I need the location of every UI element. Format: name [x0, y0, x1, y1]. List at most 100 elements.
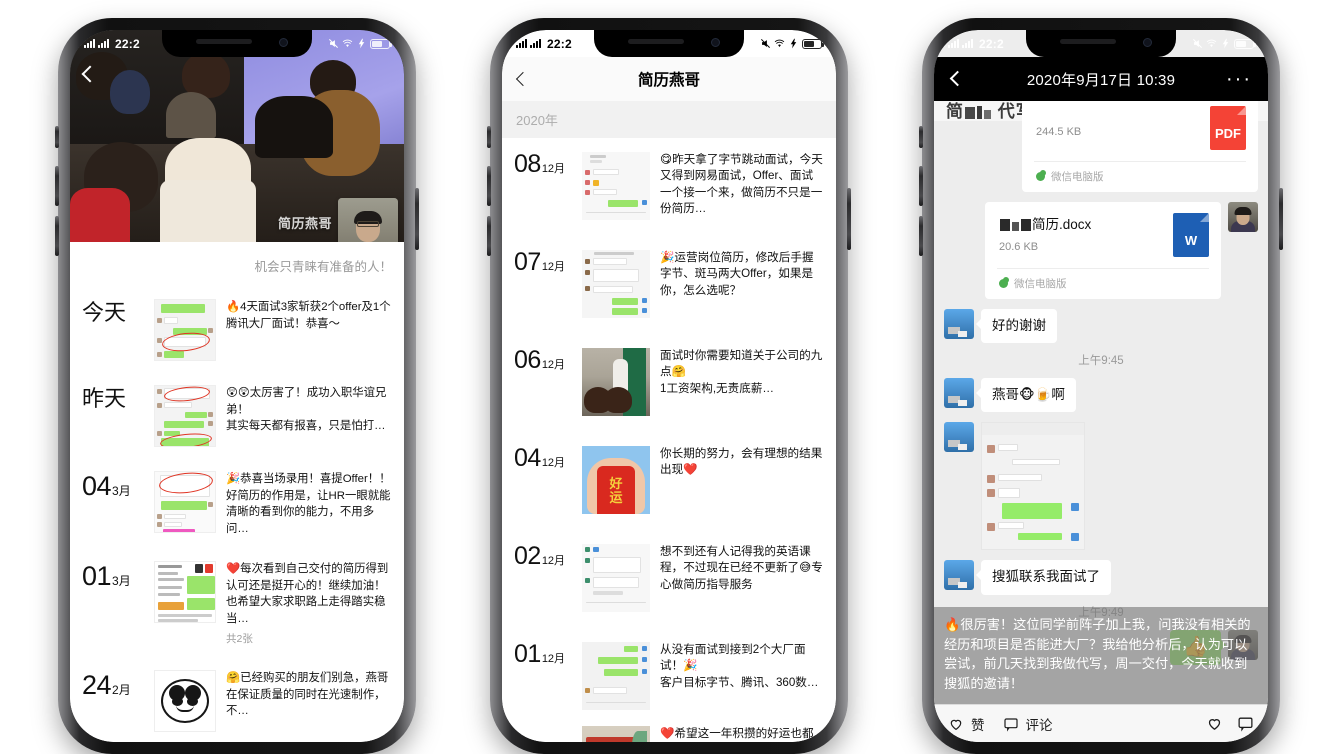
wifi-icon: [342, 39, 353, 47]
chat-screenshot-thumbnail[interactable]: [582, 544, 650, 612]
list-item[interactable]: 24 2月 🤗已经购买的朋友们别急，燕哥在保证质量的同时在光速制作，不…: [70, 664, 404, 742]
screenshot-header: [982, 423, 1084, 436]
file-name-text: 简历.docx: [1032, 217, 1092, 233]
obscured-title-prefix: 简: [946, 102, 964, 121]
moment-caption: 🔥很厉害！这位同学前阵子加上我，问我没有相关的经历和项目是否能进大厂？我给他分析…: [934, 606, 1268, 704]
message-bubble[interactable]: 好的谢谢: [976, 309, 1057, 344]
list-item[interactable]: ❤️希望这一年积攒的好运也都能在这个月如期而至！希望大家找一个超棒的工作！: [502, 726, 836, 742]
comment-button[interactable]: 评论: [1003, 714, 1053, 734]
mosaic-block: [965, 107, 975, 119]
contact-avatar[interactable]: [944, 422, 974, 453]
entry-month: 12月: [541, 457, 566, 469]
mini-chat: [155, 386, 215, 446]
file-message-pdf[interactable]: 244.5 KB PDF 微信电脑版: [1022, 101, 1258, 192]
chat-screenshot-thumbnail[interactable]: [582, 642, 650, 710]
list-item[interactable]: 今天 🔥4天面试3家斩获2个offer及1个腾讯大厂面试！恭喜～: [70, 293, 404, 379]
chat-screenshot-thumbnail[interactable]: [154, 385, 216, 447]
power-button[interactable]: [1279, 188, 1283, 250]
volume-up-button[interactable]: [487, 166, 491, 206]
charging-icon: [358, 38, 365, 49]
navigation-bar: 2020年9月17日 10:39 ···: [934, 57, 1268, 101]
list-item[interactable]: 昨天 😲😲太厉害了！成功入职华谊兄弟！ 其实每天都有报喜，只是怕打…: [70, 379, 404, 465]
mosaic-block: [1000, 219, 1010, 232]
resume-screenshot-thumbnail[interactable]: [154, 561, 216, 624]
panda-meme-thumbnail[interactable]: [154, 670, 216, 733]
power-button[interactable]: [415, 188, 419, 250]
file-size: 20.6 KB: [999, 240, 1039, 253]
message-scroll[interactable]: 244.5 KB PDF 微信电脑版 简历.docx 20.6 KB W 微信电…: [934, 101, 1268, 665]
list-item[interactable]: 04 12月 好运 你长期的努力，会有理想的结果出现❤️: [502, 432, 836, 530]
heart-icon[interactable]: [1206, 715, 1223, 732]
entry-text-block: 🔥4天面试3家斩获2个offer及1个腾讯大厂面试！恭喜～: [226, 299, 392, 332]
wifi-icon: [1206, 39, 1217, 47]
file-corner-fold: [1200, 213, 1209, 222]
volume-down-button[interactable]: [55, 216, 59, 256]
entry-day: 01: [514, 640, 541, 668]
host-video-thumbnail[interactable]: [338, 198, 398, 242]
poster-photo-thumbnail[interactable]: [582, 726, 650, 742]
message-bubble[interactable]: 燕哥🐵🍺啊: [976, 378, 1076, 413]
mosaic-block: [1012, 222, 1019, 232]
mute-switch[interactable]: [55, 126, 59, 148]
chat-screenshot-image[interactable]: [981, 422, 1085, 551]
file-top: 简历.docx 20.6 KB W: [985, 202, 1221, 268]
self-avatar[interactable]: [1228, 202, 1258, 232]
status-left: 22:2: [516, 37, 572, 51]
entry-month: 12月: [541, 163, 566, 175]
status-time: 22:2: [547, 36, 572, 51]
entry-date: 02 12月: [514, 544, 572, 569]
volume-up-button[interactable]: [919, 166, 923, 206]
phone-1-inner: 简历燕哥 机会只青睐有准备的人！ 今天 🔥4天面试3家斩获2个offer及1个腾…: [70, 30, 404, 742]
list-item[interactable]: 02 12月 想不到还有人记得我的英语课程，不过现在已经不更新了😅专心做简历指导…: [502, 530, 836, 628]
list-item[interactable]: 07 12月 🎉运营岗位简历，修改后手握字节、斑马两大Offer，如果是你，怎么…: [502, 236, 836, 334]
file-source: 微信电脑版: [1051, 171, 1104, 183]
file-message-docx[interactable]: 简历.docx 20.6 KB W 微信电脑版: [985, 202, 1221, 299]
chat-screenshot-thumbnail[interactable]: [154, 471, 216, 533]
list-item[interactable]: 01 12月 从没有面试到接到2个大厂面试！🎉 客户目标字节、腾讯、360数…: [502, 628, 836, 726]
dogs-photo-thumbnail[interactable]: [582, 348, 650, 416]
entry-text: 😲😲太厉害了！成功入职华谊兄弟！ 其实每天都有报喜，只是怕打…: [226, 387, 387, 433]
status-time: 22:2: [115, 36, 140, 51]
profile-tagline: 机会只青睐有准备的人！: [70, 242, 404, 293]
contact-avatar[interactable]: [944, 378, 974, 409]
entry-day: 01: [82, 561, 112, 592]
power-button[interactable]: [847, 188, 851, 250]
entry-text: 想不到还有人记得我的英语课程，不过现在已经不更新了😅专心做简历指导服务: [660, 545, 823, 591]
entry-day: 04: [514, 444, 541, 472]
comment-icon[interactable]: [1237, 715, 1254, 732]
entry-date: 今天: [82, 299, 144, 325]
entry-day: 04: [82, 471, 112, 501]
entry-date: 06 12月: [514, 348, 572, 373]
hero-video[interactable]: 简历燕哥: [70, 30, 404, 242]
status-right: [328, 38, 392, 49]
list-item[interactable]: 08 12月 😋昨天拿了字节跳动面试，今天又得到网易面试，Offer、面试一个接…: [502, 138, 836, 236]
contact-avatar[interactable]: [944, 309, 974, 339]
volume-up-button[interactable]: [55, 166, 59, 206]
list-item[interactable]: 06 12月 面试时你需要知道关于公司的九点🤗 1工资架构,无责底薪…: [502, 334, 836, 432]
battery-icon: [802, 38, 824, 49]
back-chevron-icon[interactable]: [949, 70, 966, 87]
panda-face: [161, 679, 209, 724]
message-bubble[interactable]: 搜狐联系我面试了: [976, 560, 1111, 595]
list-item[interactable]: 04 3月 🎉恭喜当场录用！喜提Offer！！好简历的作用是，让HR一眼就能清晰…: [70, 465, 404, 555]
chat-screenshot-thumbnail[interactable]: [582, 152, 650, 220]
chat-screenshot-thumbnail[interactable]: [582, 250, 650, 318]
entry-text: 从没有面试到接到2个大厂面试！🎉 客户目标字节、腾讯、360数…: [660, 643, 819, 689]
like-button[interactable]: 赞: [948, 714, 985, 734]
chat-screenshot-thumbnail[interactable]: [154, 299, 216, 361]
back-chevron-icon[interactable]: [515, 71, 531, 87]
lucky-cat-photo-thumbnail[interactable]: 好运: [582, 446, 650, 514]
mute-switch[interactable]: [919, 126, 923, 148]
file-name: 简历.docx: [999, 217, 1163, 233]
mute-switch[interactable]: [487, 126, 491, 148]
mini-chat: [155, 300, 215, 360]
contact-avatar[interactable]: [944, 560, 974, 591]
entry-text: 🔥4天面试3家斩获2个offer及1个腾讯大厂面试！恭喜～: [226, 301, 391, 330]
entry-month: 12月: [541, 653, 566, 665]
list-item[interactable]: 01 3月 ❤️每次看到自己交付的简历得到认可还是挺开心的！继续加油！也希望大家…: [70, 555, 404, 664]
avatar-hair: [1234, 207, 1252, 216]
message-row: 好的谢谢: [944, 309, 1258, 344]
volume-down-button[interactable]: [487, 216, 491, 256]
volume-down-button[interactable]: [919, 216, 923, 256]
entry-date: 01 12月: [514, 642, 572, 667]
